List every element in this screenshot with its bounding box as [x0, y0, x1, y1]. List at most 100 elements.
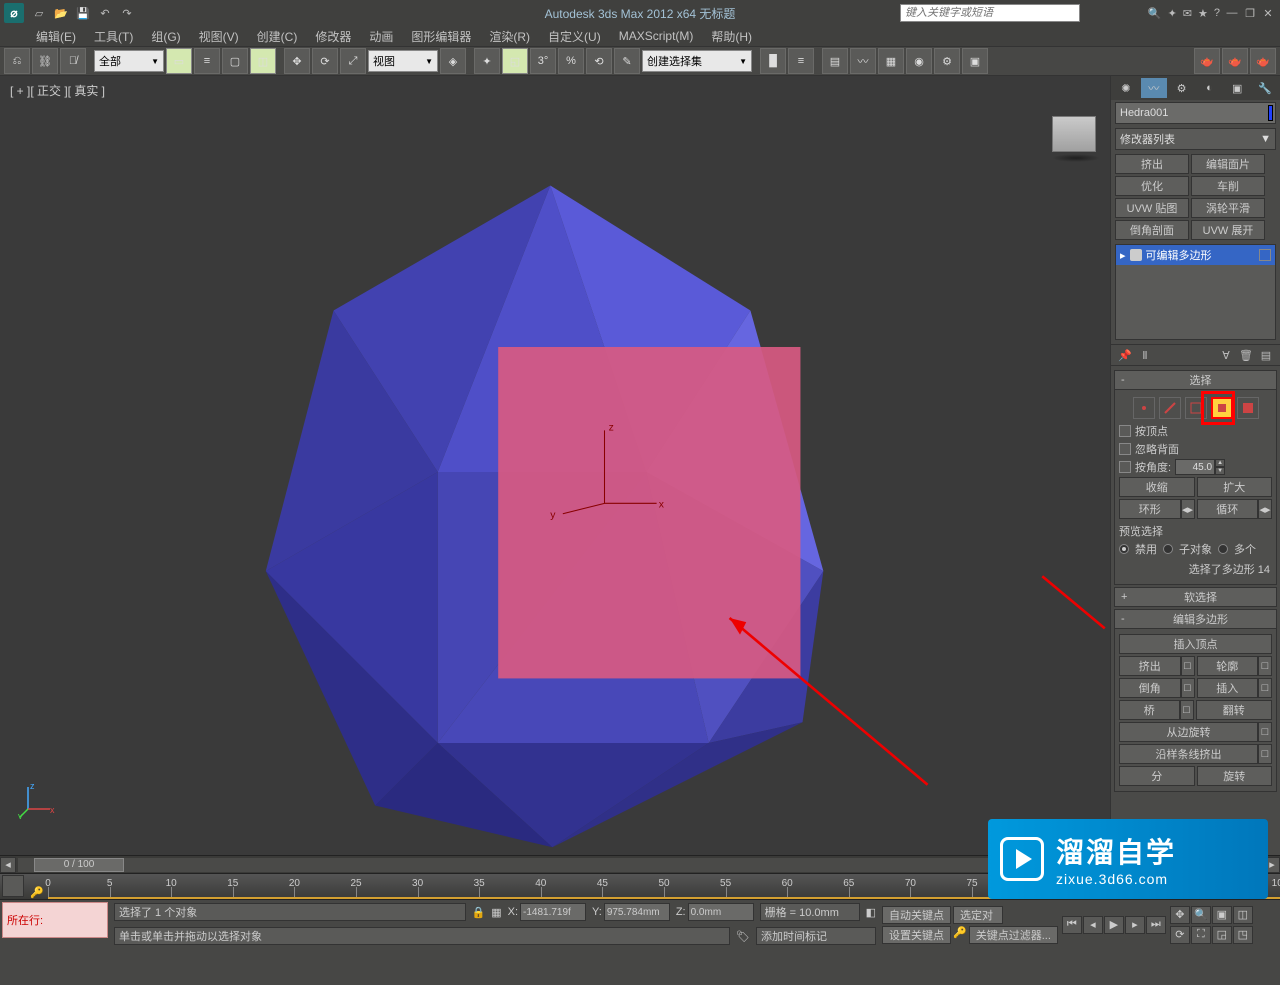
link-icon[interactable]: ⛓ [32, 48, 58, 74]
prev-frame-icon[interactable]: ◂ [1083, 916, 1103, 934]
trackbar-config-icon[interactable] [2, 875, 24, 897]
subobj-polygon-button[interactable] [1211, 397, 1233, 419]
selected-dd[interactable]: 选定对 [953, 906, 1003, 924]
mod-btn-lathe[interactable]: 车削 [1191, 176, 1265, 196]
retriangulate-button[interactable]: 旋转 [1197, 766, 1273, 786]
make-unique-icon[interactable]: ∀ [1216, 346, 1236, 364]
rollout-softsel-header[interactable]: +软选择 [1114, 587, 1277, 607]
render-frame-button[interactable]: ▣ [962, 48, 988, 74]
flip-button[interactable]: 翻转 [1196, 700, 1273, 720]
configure-sets-icon[interactable]: ▤ [1256, 346, 1276, 364]
preview-off-radio[interactable] [1119, 544, 1129, 554]
extrude-spline-settings[interactable]: □ [1258, 744, 1272, 764]
menu-maxscript[interactable]: MAXScript(M) [619, 29, 694, 43]
menu-help[interactable]: 帮助(H) [711, 28, 752, 45]
ignore-back-checkbox[interactable] [1119, 443, 1131, 455]
restore-button[interactable]: ❐ [1242, 6, 1258, 20]
loop-spinner[interactable]: ◂▸ [1258, 499, 1272, 519]
snap-toggle-button[interactable]: ◱ [502, 48, 528, 74]
next-frame-icon[interactable]: ▸ [1125, 916, 1145, 934]
hinge-button[interactable]: 从边旋转 [1119, 722, 1258, 742]
ring-button[interactable]: 环形 [1119, 499, 1181, 519]
coord-x-input[interactable] [520, 903, 586, 921]
qat-redo-icon[interactable]: ↷ [118, 4, 136, 22]
edit-tri-button[interactable]: 分 [1119, 766, 1195, 786]
vp-pan-icon[interactable]: ✥ [1170, 906, 1190, 924]
vp-maximize-icon[interactable]: ⛶ [1191, 926, 1211, 944]
autokey-button[interactable]: 自动关键点 [882, 906, 951, 924]
menu-modifiers[interactable]: 修改器 [315, 28, 351, 45]
select-rect-button[interactable]: ▢ [222, 48, 248, 74]
vp-zoomext-icon[interactable]: ▣ [1212, 906, 1232, 924]
scale-button[interactable]: ⤢ [340, 48, 366, 74]
sub-icon[interactable]: ✦ [1168, 7, 1177, 20]
close-button[interactable]: ✕ [1260, 6, 1276, 20]
setkey-button[interactable]: 设置关键点 [882, 926, 951, 944]
utilities-tab-icon[interactable]: 🔧 [1252, 78, 1278, 98]
by-angle-checkbox[interactable] [1119, 461, 1131, 473]
create-tab-icon[interactable]: ✺ [1113, 78, 1139, 98]
outline-settings[interactable]: □ [1258, 656, 1272, 676]
coord-mode-icon[interactable]: ▦ [491, 906, 501, 919]
pin-stack-icon[interactable]: 📌 [1115, 346, 1135, 364]
unlink-icon[interactable]: ⛓̸ [60, 48, 86, 74]
move-button[interactable]: ✥ [284, 48, 310, 74]
add-time-tag[interactable]: 添加时间标记 [756, 927, 876, 945]
menu-rendering[interactable]: 渲染(R) [489, 28, 530, 45]
time-slider-thumb[interactable]: 0 / 100 [34, 858, 124, 872]
modify-tab-icon[interactable]: 〰 [1141, 78, 1167, 98]
rotate-button[interactable]: ⟳ [312, 48, 338, 74]
viewport[interactable]: [ + ][ 正交 ][ 真实 ] z x y [0, 76, 1110, 855]
help-icon[interactable]: ? [1214, 7, 1220, 20]
mod-btn-editpatch[interactable]: 编辑面片 [1191, 154, 1265, 174]
menu-group[interactable]: 组(G) [151, 28, 180, 45]
selection-filter-dropdown[interactable]: 全部▼ [94, 50, 164, 72]
by-vertex-checkbox[interactable] [1119, 425, 1131, 437]
time-tag-icon[interactable]: 🏷 [736, 930, 750, 943]
menu-animation[interactable]: 动画 [369, 28, 393, 45]
extrude-button[interactable]: 挤出 [1119, 656, 1181, 676]
mod-btn-optimize[interactable]: 优化 [1115, 176, 1189, 196]
mod-btn-extrude[interactable]: 挤出 [1115, 154, 1189, 174]
ref-coord-dropdown[interactable]: 视图▼ [368, 50, 438, 72]
percent-snap-button[interactable]: % [558, 48, 584, 74]
hinge-settings[interactable]: □ [1258, 722, 1272, 742]
rollout-selection-header[interactable]: -选择 [1114, 370, 1277, 390]
remove-mod-icon[interactable]: 🗑 [1236, 346, 1256, 364]
subobj-edge-button[interactable] [1159, 397, 1181, 419]
infocenter-icon[interactable]: 🔍 [1148, 7, 1162, 20]
loop-button[interactable]: 循环 [1197, 499, 1259, 519]
named-selection-dropdown[interactable]: 创建选择集▼ [642, 50, 752, 72]
menu-views[interactable]: 视图(V) [199, 28, 239, 45]
render-button[interactable]: 🫖 [1250, 48, 1276, 74]
stack-editable-poly[interactable]: ▸可编辑多边形 [1116, 245, 1275, 265]
preview-subobj-radio[interactable] [1163, 544, 1173, 554]
manipulate-button[interactable]: ✦ [474, 48, 500, 74]
insert-vertex-button[interactable]: 插入顶点 [1119, 634, 1272, 654]
bridge-settings[interactable]: □ [1180, 700, 1194, 720]
inset-settings[interactable]: □ [1258, 678, 1272, 698]
mod-btn-uvwunwrap[interactable]: UVW 展开 [1191, 220, 1265, 240]
bevel-button[interactable]: 倒角 [1119, 678, 1181, 698]
qat-open-icon[interactable]: 📂 [52, 4, 70, 22]
object-name-input[interactable] [1116, 107, 1266, 119]
extrude-spline-button[interactable]: 沿样条线挤出 [1119, 744, 1258, 764]
select-object-button[interactable]: ▭ [166, 48, 192, 74]
mirror-button[interactable]: ▐▌ [760, 48, 786, 74]
qat-undo-icon[interactable]: ↶ [96, 4, 114, 22]
help-search-input[interactable] [900, 4, 1080, 22]
edit-named-sel-button[interactable]: ✎ [614, 48, 640, 74]
timeslider-prev[interactable]: ◂ [0, 857, 16, 873]
show-end-icon[interactable]: Ⅱ [1135, 346, 1155, 364]
angle-snap-button[interactable]: 3° [530, 48, 556, 74]
layer-manager-button[interactable]: ▤ [822, 48, 848, 74]
vp-zoom-icon[interactable]: 🔍 [1191, 906, 1211, 924]
qat-new-icon[interactable]: ▱ [30, 4, 48, 22]
mod-btn-bevelprofile[interactable]: 倒角剖面 [1115, 220, 1189, 240]
rollout-editpoly-header[interactable]: -编辑多边形 [1114, 609, 1277, 629]
goto-start-icon[interactable]: ⏮ [1062, 916, 1082, 934]
outline-button[interactable]: 轮廓 [1197, 656, 1259, 676]
subobj-vertex-button[interactable] [1133, 397, 1155, 419]
mod-btn-uvwmap[interactable]: UVW 贴图 [1115, 198, 1189, 218]
preview-multi-radio[interactable] [1218, 544, 1228, 554]
